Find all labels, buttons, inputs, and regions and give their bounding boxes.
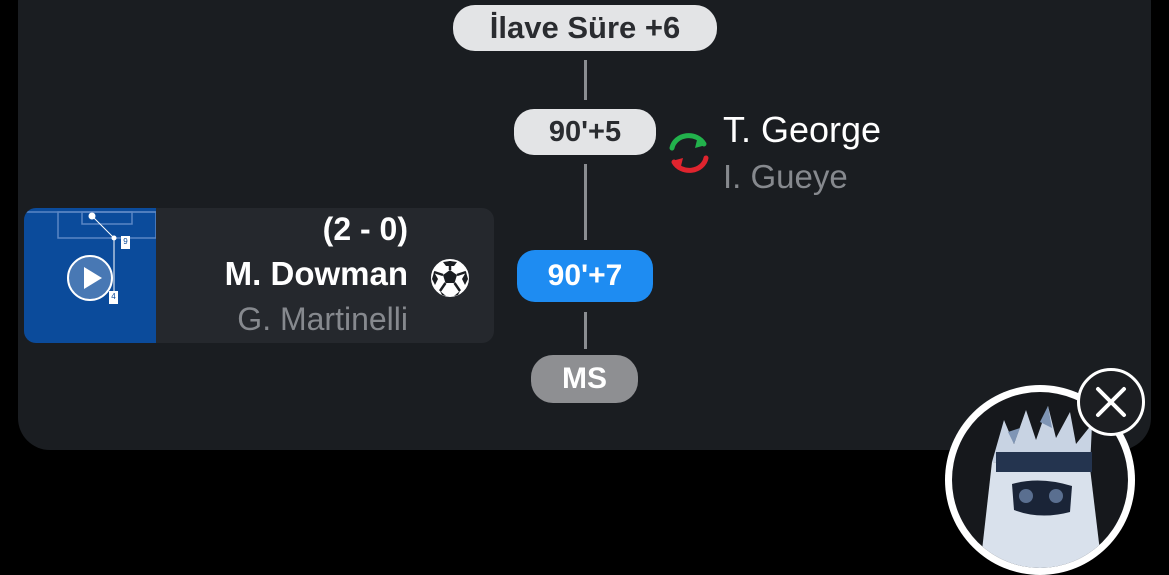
goal-video-thumbnail[interactable]: 9 4	[24, 208, 156, 343]
close-icon	[1096, 387, 1126, 417]
timeline-connector	[584, 312, 587, 349]
substitution-minute-badge: 90'+5	[514, 109, 656, 155]
goal-event-card[interactable]: 9 4 (2 - 0) M. Dowman G. Martinelli	[24, 208, 494, 343]
goal-score: (2 - 0)	[322, 211, 408, 247]
goal-minute-badge: 90'+7	[517, 250, 653, 302]
full-time-badge: MS	[531, 355, 638, 403]
added-time-badge: İlave Süre +6	[453, 5, 717, 51]
play-icon[interactable]	[66, 254, 114, 302]
scorer-shirt-number: 9	[123, 237, 128, 246]
timeline-connector	[584, 164, 587, 240]
close-button[interactable]	[1077, 368, 1145, 436]
player-out-name[interactable]: I. Gueye	[723, 158, 848, 196]
substitution-arrows-icon	[669, 133, 709, 173]
soccer-ball-icon	[431, 259, 469, 297]
goal-assist-name[interactable]: G. Martinelli	[237, 301, 408, 338]
player-in-name[interactable]: T. George	[723, 109, 881, 151]
timeline-connector	[584, 60, 587, 100]
goal-scorer-name[interactable]: M. Dowman	[225, 255, 408, 293]
